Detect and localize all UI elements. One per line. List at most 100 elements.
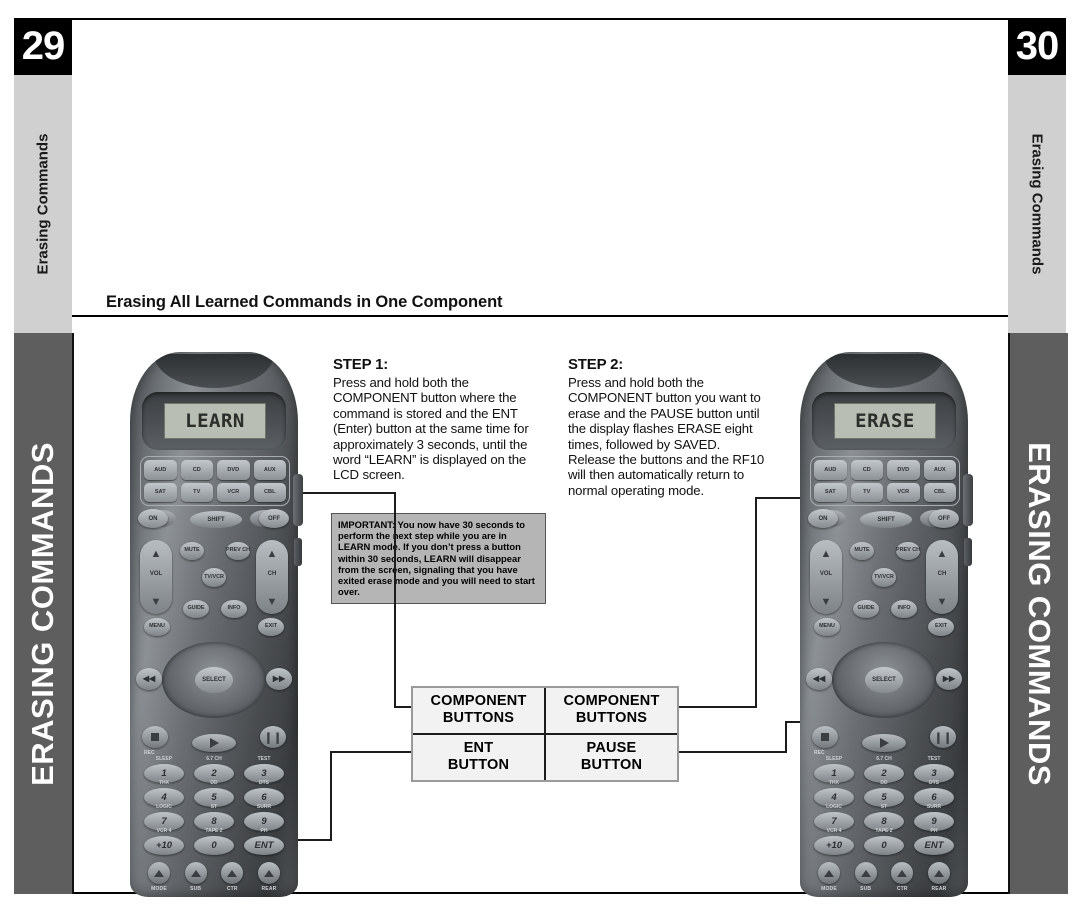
key-on-left[interactable]: ON	[138, 509, 168, 528]
key-select-left[interactable]: SELECT	[195, 667, 233, 693]
volume-rocker-right[interactable]: ▲ VOL ▼	[810, 540, 842, 614]
label-sub-left: SUB	[190, 886, 202, 892]
key-dvd-left[interactable]: DVD	[217, 460, 250, 480]
side-button-2-left[interactable]	[294, 538, 302, 566]
sec-dd-right: DD	[880, 780, 888, 786]
key-tv-left[interactable]: TV	[180, 482, 213, 502]
step-2-body: Press and hold both the COMPONENT button…	[568, 375, 765, 498]
dpad-right[interactable]: SELECT	[832, 642, 936, 718]
key-tv-vcr-right[interactable]: TV/VCR	[872, 568, 896, 587]
key-0-right[interactable]: 0	[864, 836, 904, 855]
key-ctr-right[interactable]	[891, 862, 914, 884]
key-shift-left[interactable]: SHIFT	[190, 511, 242, 528]
key-prev-ch-left[interactable]: PREV CH	[226, 542, 250, 560]
label-ctr-right: CTR	[896, 886, 908, 892]
key-menu-right[interactable]: MENU	[814, 618, 840, 636]
key-play-left[interactable]	[192, 734, 236, 752]
key-shift-right[interactable]: SHIFT	[860, 511, 912, 528]
right-page-number: 30	[1008, 18, 1066, 75]
key-exit-right[interactable]: EXIT	[928, 618, 954, 636]
section-heading: Erasing All Learned Commands in One Comp…	[106, 293, 503, 311]
right-chapter-label: Erasing Commands	[1028, 133, 1046, 275]
side-button-right[interactable]	[963, 474, 973, 526]
key-mode-right[interactable]	[818, 862, 840, 884]
label-mode-right: MODE	[821, 886, 837, 892]
key-tv-right[interactable]: TV	[850, 482, 883, 502]
channel-rocker-left[interactable]: ▲ CH ▼	[256, 540, 288, 614]
remote-control-left: LEARN AUD CD DVD AUX SAT TV VCR CBL ON S…	[130, 352, 303, 897]
key-stop-right[interactable]	[812, 726, 838, 748]
key-aud-left[interactable]: AUD	[144, 460, 177, 480]
key-play-right[interactable]	[862, 734, 906, 752]
key-plus10-right[interactable]: +10	[814, 836, 854, 855]
key-off-left[interactable]: OFF	[259, 509, 289, 528]
connector-right-pause-v	[785, 721, 787, 753]
sec-dts-left: DTS	[259, 780, 269, 786]
key-aux-right[interactable]: AUX	[923, 460, 956, 480]
key-pause-left[interactable]: ❙❙	[260, 726, 286, 748]
sec-surr-left: SURR	[256, 804, 272, 810]
connector-right-component-v	[755, 497, 757, 708]
key-stop-left[interactable]	[142, 726, 168, 748]
key-aux-left[interactable]: AUX	[253, 460, 286, 480]
key-info-right[interactable]: INFO	[891, 600, 917, 618]
key-sub-right[interactable]	[854, 862, 877, 884]
key-vcr-left[interactable]: VCR	[217, 482, 250, 502]
channel-label-left: CH	[267, 571, 277, 577]
key-cbl-left[interactable]: CBL	[253, 482, 286, 502]
key-ctr-left[interactable]	[221, 862, 244, 884]
channel-rocker-right[interactable]: ▲ CH ▼	[926, 540, 958, 614]
key-guide-right[interactable]: GUIDE	[853, 600, 879, 618]
key-0-left[interactable]: 0	[194, 836, 234, 855]
key-mute-right[interactable]: MUTE	[850, 542, 874, 560]
key-exit-left[interactable]: EXIT	[258, 618, 284, 636]
callout-ent-line2: BUTTON	[447, 757, 510, 773]
lcd-text-right: ERASE	[855, 410, 915, 432]
key-select-right[interactable]: SELECT	[865, 667, 903, 693]
callout-right-component-line2: BUTTONS	[575, 710, 648, 726]
key-rear-left[interactable]	[257, 862, 280, 884]
left-chapter-label: Erasing Commands	[34, 133, 52, 275]
dpad-left[interactable]: SELECT	[162, 642, 266, 718]
key-vcr-right[interactable]: VCR	[887, 482, 920, 502]
key-menu-left[interactable]: MENU	[144, 618, 170, 636]
power-row-right: ON SHIFT OFF	[808, 508, 960, 530]
key-mute-left[interactable]: MUTE	[180, 542, 204, 560]
power-row-left: ON SHIFT OFF	[138, 508, 290, 530]
key-prev-ch-right[interactable]: PREV CH	[896, 542, 920, 560]
key-on-right[interactable]: ON	[808, 509, 838, 528]
callout-left-component-line1: COMPONENT	[430, 693, 527, 709]
key-sat-left[interactable]: SAT	[144, 482, 177, 502]
key-ent-left[interactable]: ENT	[244, 836, 284, 855]
key-ent-right[interactable]: ENT	[914, 836, 954, 855]
volume-rocker-left[interactable]: ▲ VOL ▼	[140, 540, 172, 614]
key-fast-forward-right[interactable]: ▶▶	[936, 668, 962, 690]
right-vertical-title-bar: ERASING COMMANDS	[1008, 333, 1068, 894]
side-button-2-right[interactable]	[964, 538, 972, 566]
bottom-key-row-right: MODE SUB CTR REAR	[816, 862, 952, 892]
key-cd-right[interactable]: CD	[850, 460, 883, 480]
key-guide-left[interactable]: GUIDE	[183, 600, 209, 618]
key-info-left[interactable]: INFO	[221, 600, 247, 618]
key-cbl-right[interactable]: CBL	[923, 482, 956, 502]
key-off-right[interactable]: OFF	[929, 509, 959, 528]
sec-vcr4-right: VCR 4	[826, 828, 842, 834]
key-cd-left[interactable]: CD	[180, 460, 213, 480]
key-rewind-left[interactable]: ◀◀	[136, 668, 162, 690]
key-mode-left[interactable]	[148, 862, 170, 884]
key-pause-right[interactable]: ❙❙	[930, 726, 956, 748]
sec-tape2-right: TAPE 2	[875, 828, 893, 834]
key-rewind-right[interactable]: ◀◀	[806, 668, 832, 690]
key-tv-vcr-left[interactable]: TV/VCR	[202, 568, 226, 587]
key-sub-left[interactable]	[184, 862, 207, 884]
key-rear-right[interactable]	[927, 862, 950, 884]
key-dvd-right[interactable]: DVD	[887, 460, 920, 480]
key-plus10-left[interactable]: +10	[144, 836, 184, 855]
key-sat-right[interactable]: SAT	[814, 482, 847, 502]
key-fast-forward-left[interactable]: ▶▶	[266, 668, 292, 690]
number-pad-left: SLEEP 1 6.7 CH 2 TEST 3 THX 4 DD 5 DTS 6 LOGIC…	[144, 756, 284, 860]
right-page-tab: 30 Erasing Commands	[1008, 18, 1066, 333]
key-aud-right[interactable]: AUD	[814, 460, 847, 480]
side-button-left[interactable]	[293, 474, 303, 526]
sec-st-right: ST	[880, 804, 888, 810]
